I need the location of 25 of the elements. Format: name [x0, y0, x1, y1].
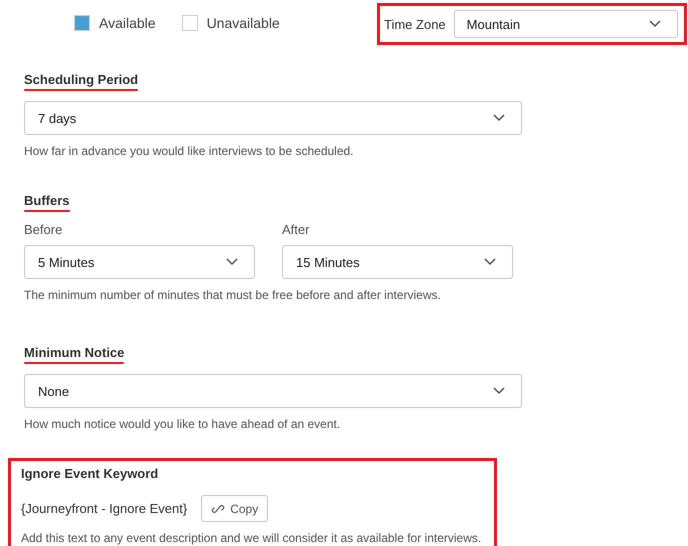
section-title: Buffers — [24, 193, 70, 208]
time-zone-select[interactable]: Mountain — [454, 10, 678, 38]
copy-button[interactable]: Copy — [201, 495, 268, 522]
chevron-down-icon — [493, 387, 505, 395]
chevron-down-icon — [226, 258, 238, 266]
hint-text: Add this text to any event description and we will consider it as available for interviews. — [21, 531, 482, 545]
chevron-down-icon — [493, 114, 505, 122]
hint-text: The minimum number of minutes that must be free before and after interviews. — [24, 288, 441, 302]
dropdown-select[interactable]: None — [24, 374, 522, 408]
hint-text: How much notice would you like to have ahead of an event. — [24, 417, 340, 431]
dropdown-select[interactable]: 7 days — [24, 101, 522, 135]
dropdown-select[interactable]: 5 Minutes — [24, 245, 255, 279]
section-title: Minimum Notice — [24, 345, 124, 360]
keyword-text: {Journeyfront - Ignore Event} — [21, 501, 188, 516]
hint-text: How far in advance you would like interviews to be scheduled. — [24, 144, 354, 158]
legend-label: Available — [99, 15, 156, 31]
chevron-down-icon — [484, 258, 496, 266]
chevron-down-icon — [648, 20, 661, 28]
dropdown-select[interactable]: 15 Minutes — [282, 245, 513, 279]
legend-label: Unavailable — [206, 15, 280, 31]
field-label: Time Zone — [384, 16, 446, 32]
section-title: Scheduling Period — [24, 72, 138, 87]
field-label: After — [282, 222, 310, 237]
field-label: Before — [24, 222, 64, 237]
section-title: Ignore Event Keyword — [21, 466, 158, 481]
